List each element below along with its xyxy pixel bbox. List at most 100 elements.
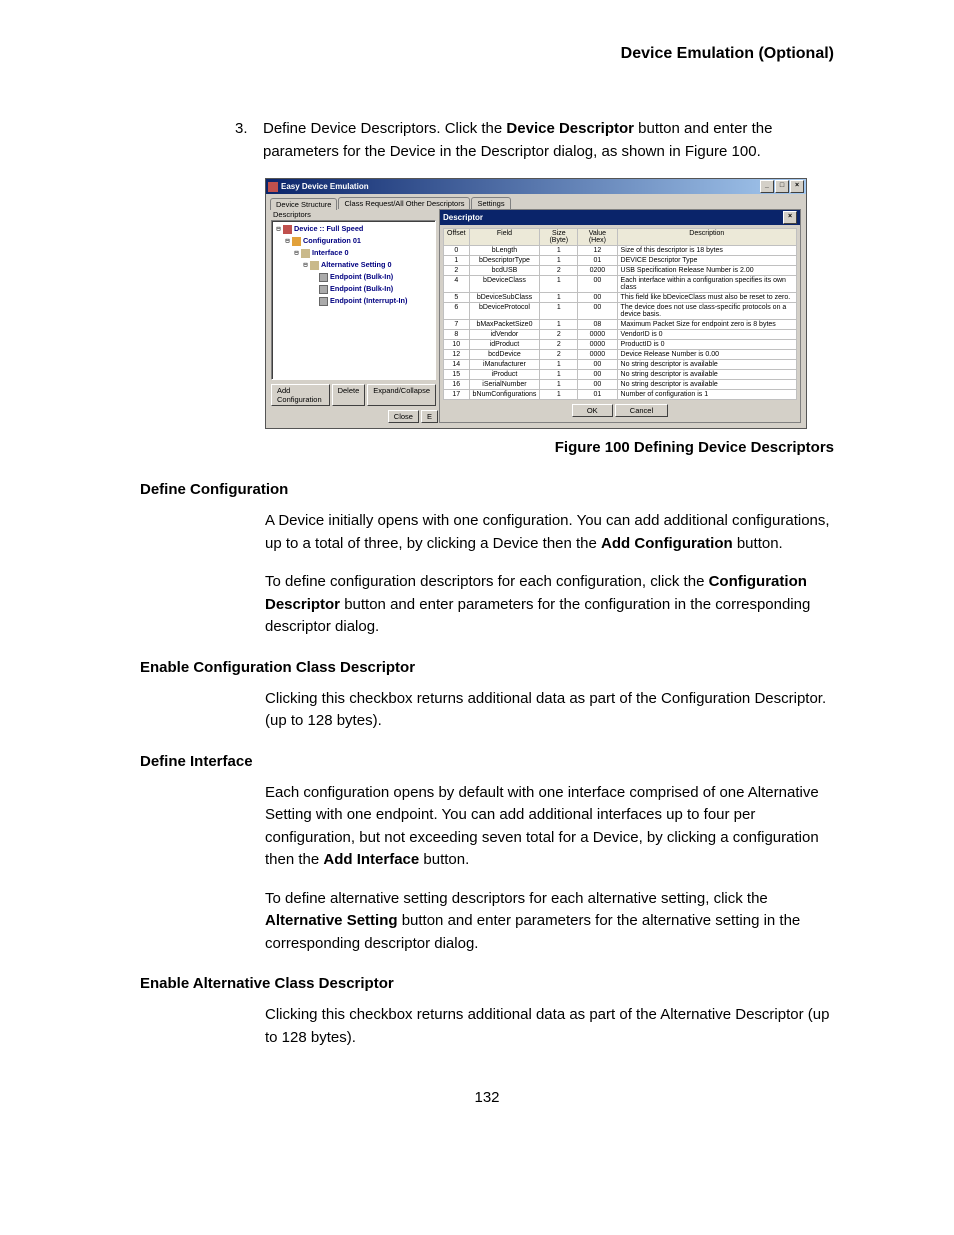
cell-desc: Device Release Number is 0.00	[617, 350, 796, 360]
cell-value: 0000	[578, 340, 617, 350]
txt-bold: Add Configuration	[601, 535, 733, 552]
cell-desc: No string descriptor is available	[617, 360, 796, 370]
endpoint-icon	[319, 273, 328, 282]
cell-value: 00	[578, 380, 617, 390]
para-s4-1: Clicking this checkbox returns additiona…	[265, 1004, 834, 1049]
cell-field: bDeviceClass	[469, 276, 540, 293]
descriptors-tree[interactable]: ⊟Device :: Full Speed ⊟Configuration 01 …	[271, 220, 436, 380]
cell-value: 01	[578, 390, 617, 400]
cell-size: 2	[540, 340, 578, 350]
table-row[interactable]: 1bDescriptorType101DEVICE Descriptor Typ…	[444, 256, 797, 266]
descriptor-dialog: Descriptor × Offset Field Size (Byte)	[439, 209, 801, 423]
page-header: Device Emulation (Optional)	[140, 45, 834, 63]
delete-button[interactable]: Delete	[332, 384, 366, 406]
cell-field: iProduct	[469, 370, 540, 380]
ok-button[interactable]: OK	[572, 404, 613, 417]
cell-size: 1	[540, 256, 578, 266]
tab-strip: Device Structure Class Request/All Other…	[266, 194, 806, 209]
cell-field: iManufacturer	[469, 360, 540, 370]
table-row[interactable]: 10idProduct20000ProductID is 0	[444, 340, 797, 350]
close-window-button[interactable]: ×	[790, 180, 804, 193]
txt: To define configuration descriptors for …	[265, 573, 709, 590]
col-desc: Description	[617, 229, 796, 246]
cell-value: 00	[578, 276, 617, 293]
cell-value: 00	[578, 303, 617, 320]
table-row[interactable]: 2bcdUSB20200USB Specification Release Nu…	[444, 266, 797, 276]
e-button[interactable]: E	[421, 410, 438, 423]
cell-field: idProduct	[469, 340, 540, 350]
close-button[interactable]: Close	[388, 410, 419, 423]
tree-device[interactable]: Device :: Full Speed	[294, 223, 363, 235]
cell-offset: 1	[444, 256, 470, 266]
cell-desc: Each interface within a configuration sp…	[617, 276, 796, 293]
txt: To define alternative setting descriptor…	[265, 890, 768, 907]
cell-field: bNumConfigurations	[469, 390, 540, 400]
cell-field: iSerialNumber	[469, 380, 540, 390]
col-size: Size (Byte)	[540, 229, 578, 246]
step-body: Define Device Descriptors. Click the Dev…	[263, 118, 834, 163]
tree-altsetting[interactable]: Alternative Setting 0	[321, 259, 392, 271]
config-icon	[292, 237, 301, 246]
cell-size: 1	[540, 390, 578, 400]
table-row[interactable]: 7bMaxPacketSize0108Maximum Packet Size f…	[444, 320, 797, 330]
para-s3-2: To define alternative setting descriptor…	[265, 888, 834, 956]
titlebar: Easy Device Emulation _ □ ×	[266, 179, 806, 194]
cell-field: bDeviceSubClass	[469, 293, 540, 303]
cell-offset: 7	[444, 320, 470, 330]
table-row[interactable]: 5bDeviceSubClass100This field like bDevi…	[444, 293, 797, 303]
app-icon	[268, 182, 278, 192]
table-row[interactable]: 14iManufacturer100No string descriptor i…	[444, 360, 797, 370]
cancel-button[interactable]: Cancel	[615, 404, 668, 417]
expand-collapse-button[interactable]: Expand/Collapse	[367, 384, 436, 406]
cell-offset: 12	[444, 350, 470, 360]
para-s3-1: Each configuration opens by default with…	[265, 782, 834, 872]
add-configuration-button[interactable]: Add Configuration	[271, 384, 330, 406]
cell-offset: 5	[444, 293, 470, 303]
table-row[interactable]: 17bNumConfigurations101Number of configu…	[444, 390, 797, 400]
cell-size: 1	[540, 303, 578, 320]
cell-size: 1	[540, 370, 578, 380]
tab-device-structure[interactable]: Device Structure	[270, 198, 337, 210]
tree-interface[interactable]: Interface 0	[312, 247, 349, 259]
cell-desc: DEVICE Descriptor Type	[617, 256, 796, 266]
table-row[interactable]: 4bDeviceClass100Each interface within a …	[444, 276, 797, 293]
minimize-button[interactable]: _	[760, 180, 774, 193]
table-row[interactable]: 12bcdDevice20000Device Release Number is…	[444, 350, 797, 360]
descriptor-dialog-close-icon[interactable]: ×	[783, 211, 797, 224]
heading-define-interface: Define Interface	[140, 753, 834, 770]
cell-value: 0000	[578, 350, 617, 360]
step-text-a: Define Device Descriptors. Click the	[263, 120, 506, 137]
maximize-button[interactable]: □	[775, 180, 789, 193]
table-row[interactable]: 15iProduct100No string descriptor is ava…	[444, 370, 797, 380]
cell-field: bDeviceProtocol	[469, 303, 540, 320]
step-number: 3.	[235, 118, 263, 163]
step-text-bold: Device Descriptor	[506, 120, 634, 137]
cell-desc: ProductID is 0	[617, 340, 796, 350]
tree-endpoint-3[interactable]: Endpoint (Interrupt-In)	[330, 295, 407, 307]
cell-offset: 2	[444, 266, 470, 276]
cell-value: 00	[578, 370, 617, 380]
table-row[interactable]: 16iSerialNumber100No string descriptor i…	[444, 380, 797, 390]
tab-settings[interactable]: Settings	[471, 197, 510, 209]
cell-field: bcdUSB	[469, 266, 540, 276]
screenshot-easy-device-emulation: Easy Device Emulation _ □ × Device Struc…	[265, 178, 807, 429]
cell-offset: 4	[444, 276, 470, 293]
cell-size: 1	[540, 246, 578, 256]
cell-size: 2	[540, 266, 578, 276]
tree-endpoint-2[interactable]: Endpoint (Bulk-In)	[330, 283, 393, 295]
table-row[interactable]: 0bLength112Size of this descriptor is 18…	[444, 246, 797, 256]
txt: button and enter parameters for the conf…	[265, 596, 810, 636]
tab-class-request[interactable]: Class Request/All Other Descriptors	[338, 197, 470, 209]
cell-desc: This field like bDeviceClass must also b…	[617, 293, 796, 303]
tree-config[interactable]: Configuration 01	[303, 235, 361, 247]
table-row[interactable]: 8idVendor20000VendorID is 0	[444, 330, 797, 340]
altsetting-icon	[310, 261, 319, 270]
tree-endpoint-1[interactable]: Endpoint (Bulk-In)	[330, 271, 393, 283]
table-row[interactable]: 6bDeviceProtocol100The device does not u…	[444, 303, 797, 320]
txt-bold: Alternative Setting	[265, 912, 398, 929]
cell-offset: 8	[444, 330, 470, 340]
cell-desc: Number of configuration is 1	[617, 390, 796, 400]
cell-value: 12	[578, 246, 617, 256]
txt: button.	[419, 851, 469, 868]
cell-size: 1	[540, 380, 578, 390]
